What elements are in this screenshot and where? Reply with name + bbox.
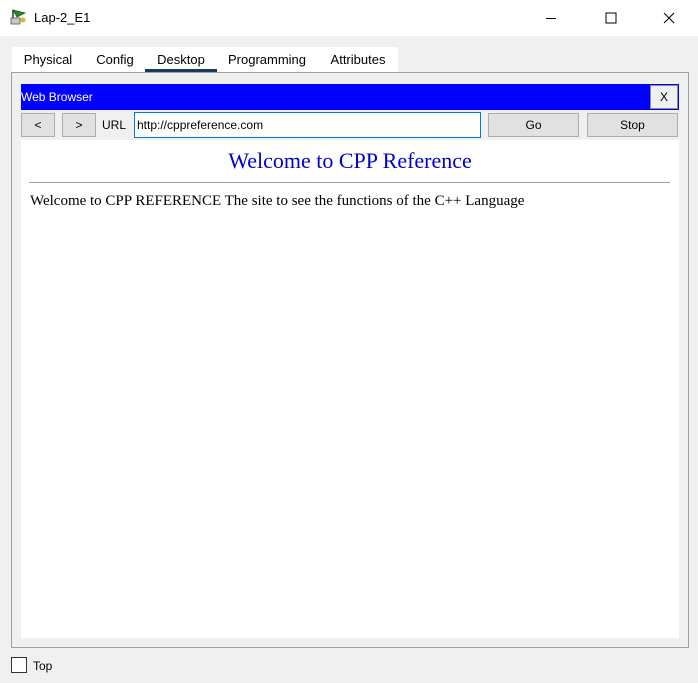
page-body-text: Welcome to CPP REFERENCE The site to see…: [30, 193, 525, 209]
top-label: Top: [33, 659, 53, 673]
web-browser-header: Web Browser X: [21, 84, 679, 110]
minimize-button[interactable]: [522, 0, 580, 36]
close-icon: [663, 12, 675, 24]
maximize-icon: [605, 12, 617, 24]
tab-config[interactable]: Config: [90, 47, 140, 73]
laptop-app-icon: [10, 8, 28, 26]
web-browser-title: Web Browser: [21, 90, 93, 104]
tab-physical[interactable]: Physical: [12, 47, 84, 73]
title-bar: Lap-2_E1: [0, 0, 698, 36]
stop-button[interactable]: Stop: [587, 113, 678, 137]
page-divider: [29, 182, 670, 183]
window-title: Lap-2_E1: [34, 10, 91, 25]
minimize-icon: [546, 18, 556, 19]
close-button[interactable]: [640, 0, 698, 36]
forward-button[interactable]: >: [62, 113, 96, 137]
go-button[interactable]: Go: [488, 113, 579, 137]
top-checkbox[interactable]: [11, 657, 27, 673]
tab-bar: Physical Config Desktop Programming Attr…: [12, 47, 398, 73]
tab-programming[interactable]: Programming: [222, 47, 312, 73]
page-heading: Welcome to CPP Reference: [228, 148, 472, 173]
url-label: URL: [102, 118, 127, 132]
maximize-button[interactable]: [582, 0, 640, 36]
url-input[interactable]: [134, 112, 481, 138]
tab-attributes[interactable]: Attributes: [318, 47, 398, 73]
web-page-content: Welcome to CPP Reference Welcome to CPP …: [21, 140, 679, 638]
back-button[interactable]: <: [21, 113, 55, 137]
web-browser-close-button[interactable]: X: [650, 85, 678, 109]
